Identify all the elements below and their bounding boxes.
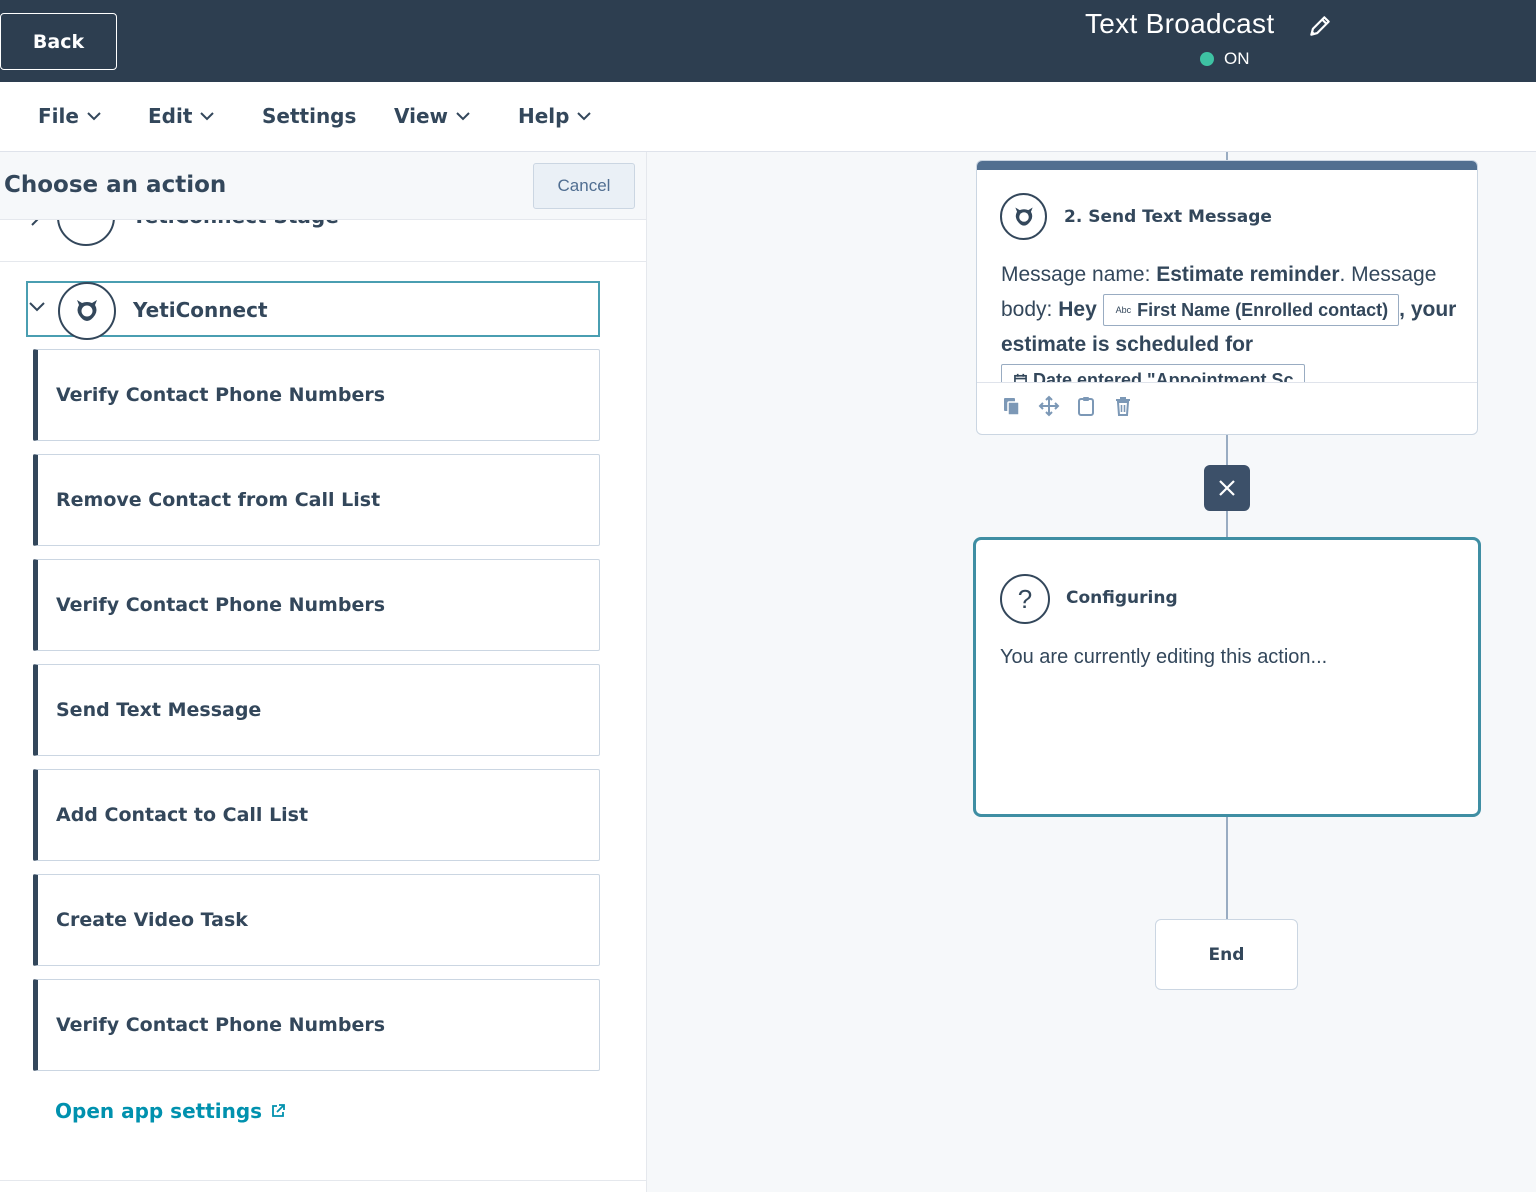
move-icon[interactable] [1038,395,1060,417]
divider [0,1180,646,1181]
status-dot-icon [1200,52,1214,66]
action-item[interactable]: Remove Contact from Call List [33,454,600,546]
menu-settings[interactable]: Settings [262,104,356,128]
yeti-logo-icon [58,282,116,340]
step-title: 2. Send Text Message [1064,207,1272,227]
question-mark-icon: ? [1000,574,1050,624]
menu-edit-label: Edit [148,104,193,128]
trash-icon[interactable] [1112,395,1134,417]
step-toolbar [1001,395,1134,417]
text-type-icon: Abc [1115,305,1132,315]
menu-settings-label: Settings [262,104,357,128]
menu-view-label: View [394,104,449,128]
menu-help[interactable]: Help [518,104,592,128]
step-body: Message name: Estimate reminder. Message… [1001,257,1461,382]
connector-line [1226,817,1228,919]
divider [977,382,1477,383]
action-item-label: Add Contact to Call List [56,804,309,826]
external-link-icon [272,1104,285,1117]
chevron-down-icon [577,111,592,120]
workflow-title[interactable]: Text Broadcast [1085,8,1274,40]
panel-title: Choose an action [4,172,227,198]
menu-bar: File Edit Settings View Help [0,82,1536,152]
action-group-yeticonnect[interactable]: YetiConnect [26,281,600,340]
yeti-logo-icon [1000,193,1047,240]
action-item-label: Verify Contact Phone Numbers [56,1014,386,1036]
chevron-down-icon [29,302,45,312]
clipboard-icon[interactable] [1075,395,1097,417]
end-node: End [1155,919,1298,990]
menu-edit[interactable]: Edit [148,104,215,128]
connector-line [1226,152,1228,160]
action-item-label: Verify Contact Phone Numbers [56,384,386,406]
date-token: Date entered "Appointment Sc [1001,364,1305,382]
message-name: Estimate reminder [1156,263,1340,286]
menu-help-label: Help [518,104,570,128]
workflow-step-card[interactable]: 2. Send Text Message Message name: Estim… [976,160,1478,435]
body-comma: , [1399,298,1405,321]
action-panel: Choose an action Cancel YetiConnect Stag… [0,152,647,1192]
top-bar: Back Text Broadcast ON [0,0,1536,82]
personalization-token: Abc First Name (Enrolled contact) [1102,294,1400,326]
panel-header: Choose an action Cancel [0,152,646,220]
card-top-bar [977,161,1477,170]
menu-view[interactable]: View [394,104,470,128]
menu-file-label: File [38,104,79,128]
action-item[interactable]: Create Video Task [33,874,600,966]
status-label: ON [1224,49,1250,68]
action-item[interactable]: Send Text Message [33,664,600,756]
token-label: Date entered "Appointment Sc [1033,370,1294,382]
action-item[interactable]: Verify Contact Phone Numbers [33,559,600,651]
body-prefix: Message name: [1001,263,1157,286]
action-item-label: Remove Contact from Call List [56,489,381,511]
close-icon [1219,480,1235,496]
configuring-title: Configuring [1066,588,1178,608]
connector-line [1226,511,1228,537]
group-label: YetiConnect [133,298,268,322]
chevron-down-icon [200,111,215,120]
configuring-card[interactable]: ? Configuring You are currently editing … [973,537,1481,817]
connector-line [1226,435,1228,465]
copy-icon[interactable] [1001,395,1023,417]
action-item[interactable]: Add Contact to Call List [33,769,600,861]
close-button[interactable] [1204,465,1250,511]
token-label: First Name (Enrolled contact) [1137,300,1389,320]
action-item[interactable]: Verify Contact Phone Numbers [33,979,600,1071]
action-item-label: Create Video Task [56,909,248,931]
chevron-down-icon [456,111,470,120]
pencil-icon[interactable] [1307,13,1333,39]
chevron-down-icon [87,111,101,120]
configuring-text: You are currently editing this action... [1000,646,1328,668]
action-item-label: Verify Contact Phone Numbers [56,594,386,616]
calendar-icon [1014,373,1027,382]
body-hey: Hey [1058,298,1097,321]
cancel-button[interactable]: Cancel [533,163,635,209]
open-app-settings-link[interactable]: Open app settings [55,1099,286,1123]
back-button[interactable]: Back [0,13,117,70]
workflow-status: ON [1200,49,1250,69]
menu-file[interactable]: File [38,104,101,128]
app-settings-label: Open app settings [55,1099,263,1123]
action-item[interactable]: Verify Contact Phone Numbers [33,349,600,441]
action-item-label: Send Text Message [56,699,262,721]
